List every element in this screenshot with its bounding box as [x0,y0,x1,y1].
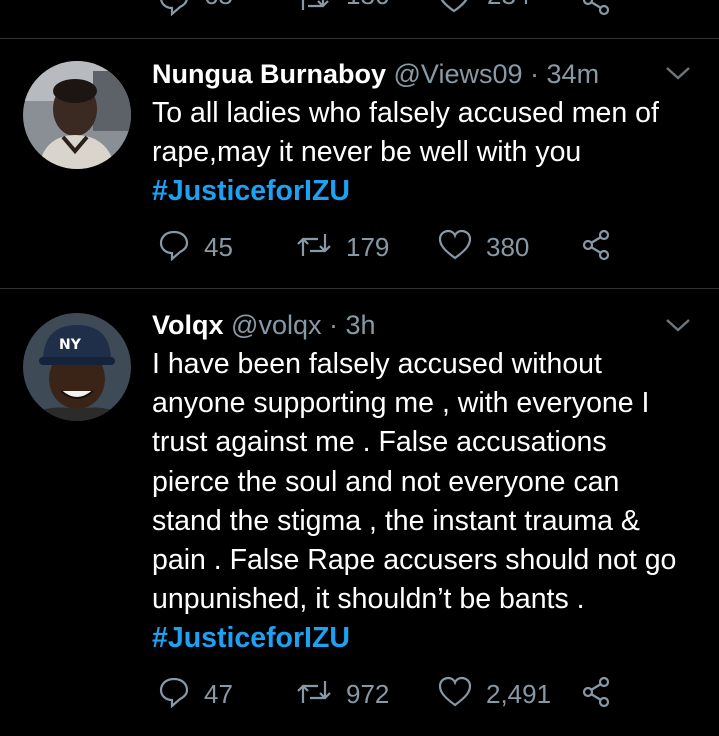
tweet[interactable]: NY Volqx @volqx · 3h I have been falsely… [0,289,719,736]
tweet-text: To all ladies who falsely accused men of… [152,94,700,212]
heart-icon [438,676,472,713]
tweet-text-line: stand the stigma , the instant trauma & [152,504,640,537]
separator: · [329,310,338,340]
tweet-header: Volqx @volqx · 3h [152,310,376,341]
timestamp[interactable]: 34m [547,59,600,89]
reply-count: 45 [204,232,233,262]
retweet-count: 972 [346,679,390,709]
reply-icon [158,676,190,713]
reply-count: 65 [204,0,233,11]
tweet-text-line: pain . False Rape accusers should not go [152,544,677,577]
like-count: 234 [487,0,530,11]
retweet-icon [296,676,332,713]
reply-icon[interactable] [158,0,190,21]
timestamp[interactable]: 3h [346,310,376,340]
previous-tweet-actions: 65 186 234 [0,0,719,30]
tweet-text-line: To all ladies who falsely accused men of [152,97,659,129]
chevron-down-icon[interactable] [665,65,691,86]
like-count: 380 [486,232,530,262]
reply-count: 47 [204,679,233,709]
tweet-timeline: 65 186 234 Nungua Burnaboy [0,0,719,736]
hashtag-link[interactable]: #JusticeforIZU [152,619,700,658]
like-button[interactable]: 2,491 [438,676,551,713]
like-icon[interactable] [438,0,470,19]
tweet-text-line: unpunished, it shouldn’t be bants . [152,583,585,616]
user-handle[interactable]: @Views09 [394,59,523,89]
tweet-text-line: I have been falsely accused without [152,348,602,380]
tweet-actions: 45 179 380 [152,229,672,269]
reply-button[interactable]: 47 [158,676,233,713]
retweet-button[interactable]: 179 [296,229,389,266]
heart-icon [438,229,472,266]
tweet-text-line: pierce the soul and not everyone can [152,465,620,498]
tweet-text: I have been falsely accused without anyo… [152,345,700,659]
share-button[interactable] [580,229,612,266]
chevron-down-icon[interactable] [665,317,691,338]
user-handle[interactable]: @volqx [231,310,321,340]
retweet-count: 179 [346,232,390,262]
tweet[interactable]: Nungua Burnaboy @Views09 · 34m To all la… [0,39,719,288]
share-icon [580,676,612,713]
like-button[interactable]: 380 [438,229,529,266]
reply-button[interactable]: 45 [158,229,233,266]
retweet-button[interactable]: 972 [296,676,389,713]
share-icon [580,229,612,266]
like-count: 2,491 [486,679,552,709]
tweet-header: Nungua Burnaboy @Views09 · 34m [152,59,599,90]
display-name[interactable]: Volqx [152,310,224,340]
tweet-actions: 47 972 2,491 [152,676,672,716]
avatar[interactable]: NY [23,313,131,421]
retweet-icon [296,229,332,266]
tweet-text-line: rape,may it never be well with you [152,136,582,169]
share-button[interactable] [580,676,612,713]
share-icon[interactable] [580,0,612,21]
separator: · [530,59,540,89]
retweet-icon[interactable] [296,0,330,21]
tweet-text-line: anyone supporting me , with everyone I [152,387,650,420]
display-name[interactable]: Nungua Burnaboy [152,59,386,89]
retweet-count: 186 [346,0,389,11]
tweet-text-line: trust against me . False accusations [152,426,607,459]
svg-text:NY: NY [59,337,82,353]
hashtag-link[interactable]: #JusticeforIZU [152,172,700,211]
reply-icon [158,229,190,266]
avatar[interactable] [23,61,131,169]
